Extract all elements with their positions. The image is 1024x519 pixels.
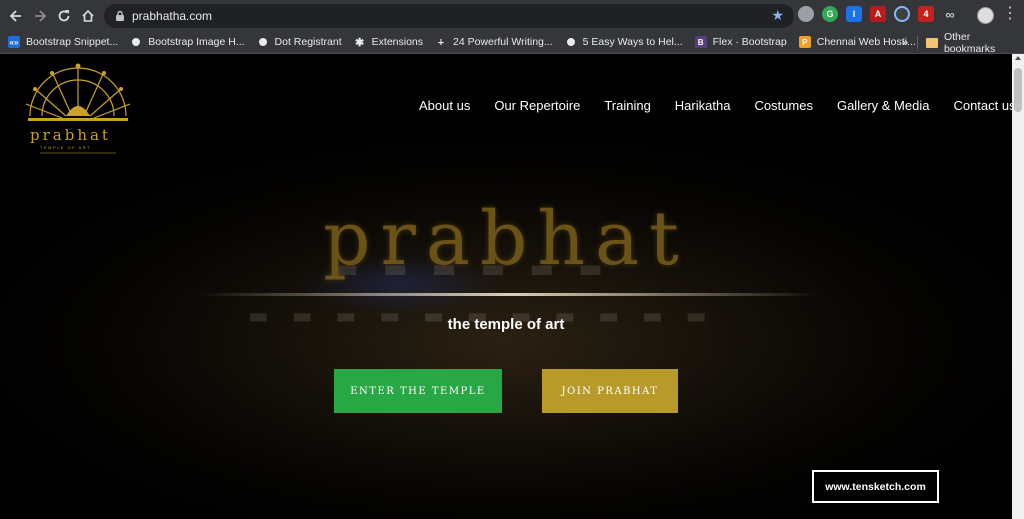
lock-icon (116, 10, 124, 21)
nav-training[interactable]: Training (604, 98, 650, 113)
extension-icon[interactable]: I (846, 6, 862, 22)
bookmark-label: 24 Powerful Writing... (453, 36, 553, 48)
main-navigation: About us Our Repertoire Training Harikat… (419, 98, 1012, 113)
grammarly-extension-icon[interactable]: G (822, 6, 838, 22)
bookmark-item[interactable]: «» Bootstrap Snippet... (8, 36, 118, 48)
bootstrap-snippets-icon: «» (8, 36, 20, 48)
enter-the-temple-button[interactable]: ENTER THE TEMPLE (334, 369, 502, 413)
profile-avatar[interactable] (977, 7, 994, 24)
writing-icon: ∔ (435, 36, 448, 48)
bookmark-item[interactable]: Dot Registrant (256, 36, 342, 48)
logo-wordmark: prabhat (30, 126, 111, 144)
scrollbar-thumb[interactable] (1014, 68, 1022, 112)
hero-subtitle: the temple of art (447, 316, 565, 333)
nav-contact-us[interactable]: Contact us (953, 98, 1012, 113)
page-scrollbar[interactable] (1012, 54, 1024, 519)
bookmark-label: Flex · Bootstrap (712, 36, 787, 48)
bookmarks-bar: «» Bootstrap Snippet... Bootstrap Image H.… (0, 30, 1024, 55)
record-extension-icon[interactable] (894, 6, 910, 22)
designer-credit-link[interactable]: www.tensketch.com (812, 470, 939, 503)
folder-icon (926, 37, 938, 48)
reload-icon[interactable] (52, 4, 76, 28)
bookmark-item[interactable]: P Chennai Web Hosti... (798, 36, 916, 48)
hosting-icon: P (798, 36, 811, 48)
extension-icons: G I A 4 ∞ (798, 6, 958, 22)
bootstrap-icon: B (694, 36, 707, 48)
other-bookmarks-folder[interactable]: Other bookmarks (926, 30, 1024, 55)
bookmark-label: Bootstrap Image H... (148, 36, 245, 48)
address-bar[interactable]: prabhatha.com ★ (104, 4, 794, 28)
bookmark-label: Extensions (371, 36, 424, 48)
puzzle-icon: ✱ (355, 36, 365, 49)
home-icon[interactable] (76, 4, 100, 28)
browser-toolbar: prabhatha.com ★ G I A 4 ∞ ⋮ (0, 0, 1024, 31)
logo-tagline: TEMPLE OF ART (40, 145, 91, 150)
nav-harikatha[interactable]: Harikatha (675, 98, 731, 113)
more-bookmarks-chevron-icon[interactable]: » (902, 31, 908, 54)
bookmark-item[interactable]: ∔ 24 Powerful Writing... (435, 36, 553, 48)
nav-about-us[interactable]: About us (419, 98, 470, 113)
bookmark-item[interactable]: B Flex · Bootstrap (694, 36, 787, 48)
infinity-extension-icon[interactable]: ∞ (942, 6, 958, 22)
globe-icon (130, 36, 143, 48)
forward-arrow-icon[interactable] (28, 4, 52, 28)
nav-our-repertoire[interactable]: Our Repertoire (494, 98, 580, 113)
bookmark-label: 5 Easy Ways to Hel... (582, 36, 683, 48)
bookmark-item[interactable]: ✱ Extensions (354, 36, 424, 49)
bookmarks-divider (917, 36, 918, 49)
bookmark-label: Bootstrap Snippet... (26, 36, 119, 48)
browser-menu-icon[interactable]: ⋮ (1002, 5, 1018, 23)
globe-icon (564, 36, 577, 48)
bookmark-item[interactable]: 5 Easy Ways to Hel... (564, 36, 683, 48)
back-arrow-icon[interactable] (4, 4, 28, 28)
bookmark-label: Chennai Web Hosti... (816, 36, 916, 48)
pdf-extension-icon[interactable]: A (870, 6, 886, 22)
bookmark-label: Dot Registrant (274, 36, 342, 48)
nav-gallery-media[interactable]: Gallery & Media (837, 98, 929, 113)
page-viewport: prabhat TEMPLE OF ART About us Our Reper… (0, 54, 1012, 519)
hero-title: prabhat (323, 196, 689, 282)
other-bookmarks-label: Other bookmarks (943, 30, 996, 55)
url-text: prabhatha.com (132, 9, 213, 23)
bookmark-star-icon[interactable]: ★ (771, 7, 784, 24)
bookmark-item[interactable]: Bootstrap Image H... (130, 36, 245, 48)
nav-costumes[interactable]: Costumes (754, 98, 813, 113)
join-prabhat-button[interactable]: JOIN PRABHAT (542, 369, 678, 413)
scroll-up-arrow-icon[interactable] (1015, 56, 1021, 60)
drive-extension-icon[interactable] (798, 6, 814, 22)
hero-light-line (200, 293, 820, 296)
extension-badge-icon[interactable]: 4 (918, 6, 934, 22)
globe-icon (256, 36, 269, 48)
